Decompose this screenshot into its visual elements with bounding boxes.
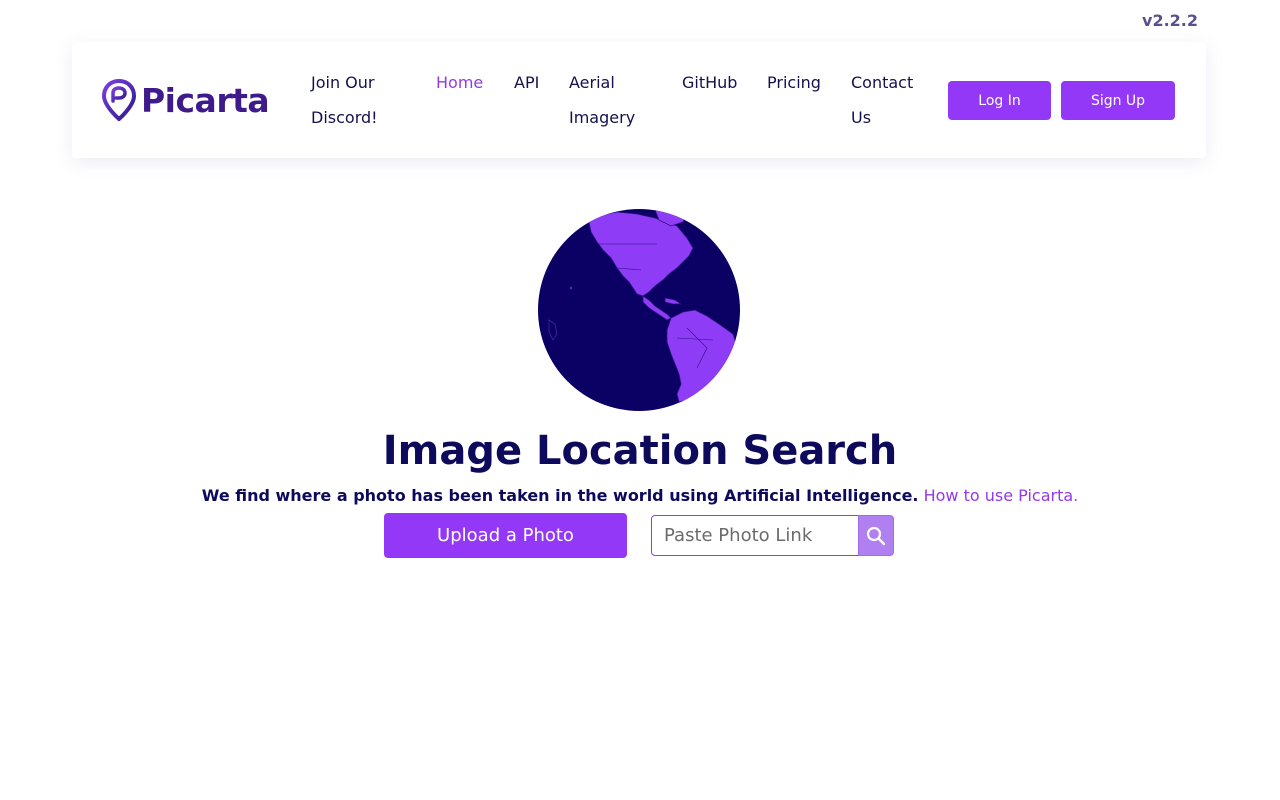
hero-subtitle: We find where a photo has been taken in … <box>0 486 1280 505</box>
logo[interactable]: Picarta <box>102 79 270 121</box>
nav-link-aerial-line1: Aerial <box>569 73 615 92</box>
nav-link-api[interactable]: API <box>514 65 539 100</box>
globe-illustration <box>538 209 740 411</box>
version-label: v2.2.2 <box>1142 11 1198 30</box>
search-button[interactable] <box>858 515 894 556</box>
location-pin-logo-icon <box>102 79 137 121</box>
nav-link-discord[interactable]: Join Our Discord! <box>311 65 378 135</box>
nav-link-aerial-line2: Imagery <box>569 108 636 127</box>
nav-link-aerial-imagery[interactable]: Aerial Imagery <box>569 65 635 135</box>
nav-link-github[interactable]: GitHub <box>682 65 737 100</box>
nav-link-contact[interactable]: Contact Us <box>851 65 913 135</box>
hero-description: We find where a photo has been taken in … <box>201 486 919 505</box>
nav-link-contact-line1: Contact <box>851 73 914 92</box>
nav-link-pricing[interactable]: Pricing <box>767 65 821 100</box>
signup-button[interactable]: Sign Up <box>1061 81 1175 120</box>
nav-link-contact-line2: Us <box>851 108 872 127</box>
nav-link-discord-line1: Join Our <box>311 73 375 92</box>
how-to-use-link[interactable]: How to use Picarta. <box>924 486 1079 505</box>
upload-photo-button[interactable]: Upload a Photo <box>384 513 627 558</box>
login-button[interactable]: Log In <box>948 81 1051 120</box>
navbar: Picarta Join Our Discord! Home API Aeria… <box>72 42 1206 158</box>
photo-link-input[interactable] <box>651 515 859 556</box>
nav-link-discord-line2: Discord! <box>311 108 378 127</box>
search-icon <box>866 526 886 545</box>
brand-name: Picarta <box>141 80 270 120</box>
page-title: Image Location Search <box>382 428 898 474</box>
nav-link-home[interactable]: Home <box>436 65 483 100</box>
